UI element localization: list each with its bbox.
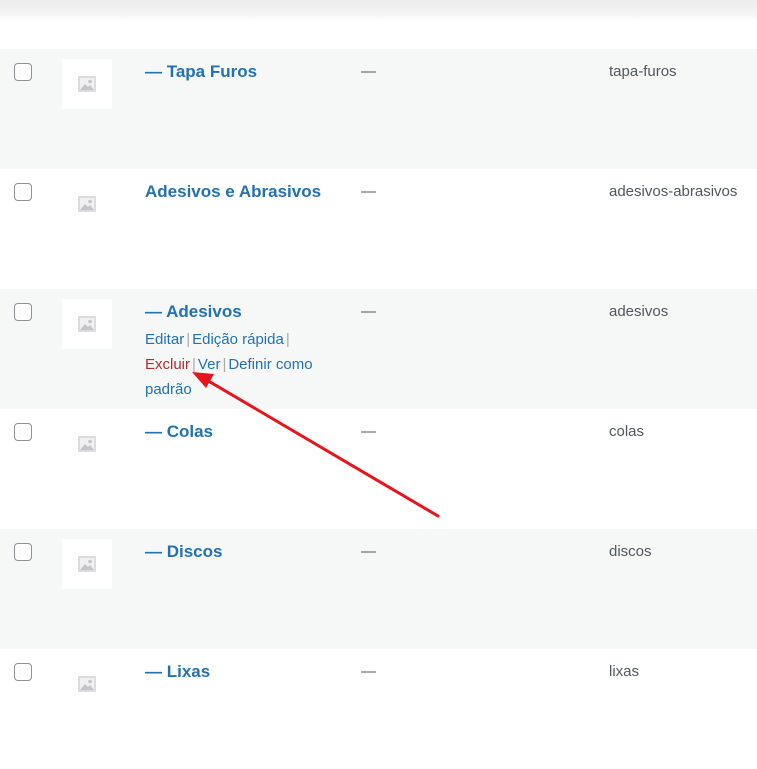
table-row: — Colas — colas (0, 409, 757, 529)
placeholder-image-icon (78, 196, 96, 212)
separator: | (192, 356, 196, 373)
placeholder-image-icon (78, 436, 96, 452)
separator: | (186, 331, 191, 348)
slug: adesivos-abrasivos (609, 183, 738, 200)
description: — (361, 303, 376, 320)
category-name-link[interactable]: — Adesivos (145, 301, 345, 323)
quick-edit-link[interactable]: Edição rápida (192, 331, 284, 348)
description: — (361, 423, 376, 440)
placeholder-image-icon (78, 556, 96, 572)
row-checkbox[interactable] (14, 543, 32, 561)
name-column: — Adesivos Editar | Edição rápida | Excluir |… (145, 301, 345, 402)
name-column: Adesivos e Abrasivos (145, 181, 345, 203)
row-checkbox[interactable] (14, 63, 32, 81)
thumbnail (62, 659, 112, 709)
row-actions: Editar | Edição rápida | Excluir | Ver | Definir… (145, 327, 345, 402)
category-name-link[interactable]: — Discos (145, 541, 345, 563)
row-checkbox[interactable] (14, 423, 32, 441)
separator: | (222, 356, 227, 373)
name-column: — Colas (145, 421, 345, 443)
table-row: — Tapa Furos — tapa-furos (0, 49, 757, 169)
thumbnail (62, 59, 112, 109)
category-name-link[interactable]: — Tapa Furos (145, 61, 345, 83)
category-name-link[interactable]: — Lixas (145, 661, 345, 683)
table-row: — Lixas — lixas (0, 649, 757, 769)
category-name-link[interactable]: Adesivos e Abrasivos (145, 181, 345, 203)
name-column: — Discos (145, 541, 345, 563)
description: — (361, 543, 376, 560)
category-table: — Tapa Furos — tapa-furos Adesivos e Abr… (0, 49, 757, 769)
edit-link[interactable]: Editar (145, 331, 184, 348)
slug: lixas (609, 663, 640, 680)
slug: tapa-furos (609, 63, 677, 80)
row-checkbox[interactable] (14, 663, 32, 681)
separator: | (285, 331, 290, 348)
category-name-link[interactable]: — Colas (145, 421, 345, 443)
slug: adesivos (609, 303, 669, 320)
table-row: — Discos — discos (0, 529, 757, 649)
placeholder-image-icon (78, 316, 96, 332)
delete-link[interactable]: Excluir (145, 356, 190, 373)
view-link[interactable]: Ver (198, 356, 221, 373)
thumbnail (62, 539, 112, 589)
row-checkbox[interactable] (14, 183, 32, 201)
slug: discos (609, 543, 652, 560)
row-checkbox[interactable] (14, 303, 32, 321)
table-row: — Adesivos Editar | Edição rápida | Excluir |… (0, 289, 757, 409)
table-row: Adesivos e Abrasivos — adesivos-abrasivo… (0, 169, 757, 289)
thumbnail (62, 419, 112, 469)
name-column: — Lixas (145, 661, 345, 683)
description: — (361, 63, 376, 80)
placeholder-image-icon (78, 676, 96, 692)
description: — (361, 663, 376, 680)
placeholder-image-icon (78, 76, 96, 92)
description: — (361, 183, 376, 200)
thumbnail (62, 299, 112, 349)
thumbnail (62, 179, 112, 229)
name-column: — Tapa Furos (145, 61, 345, 83)
slug: colas (609, 423, 645, 440)
header-shadow (0, 0, 757, 22)
